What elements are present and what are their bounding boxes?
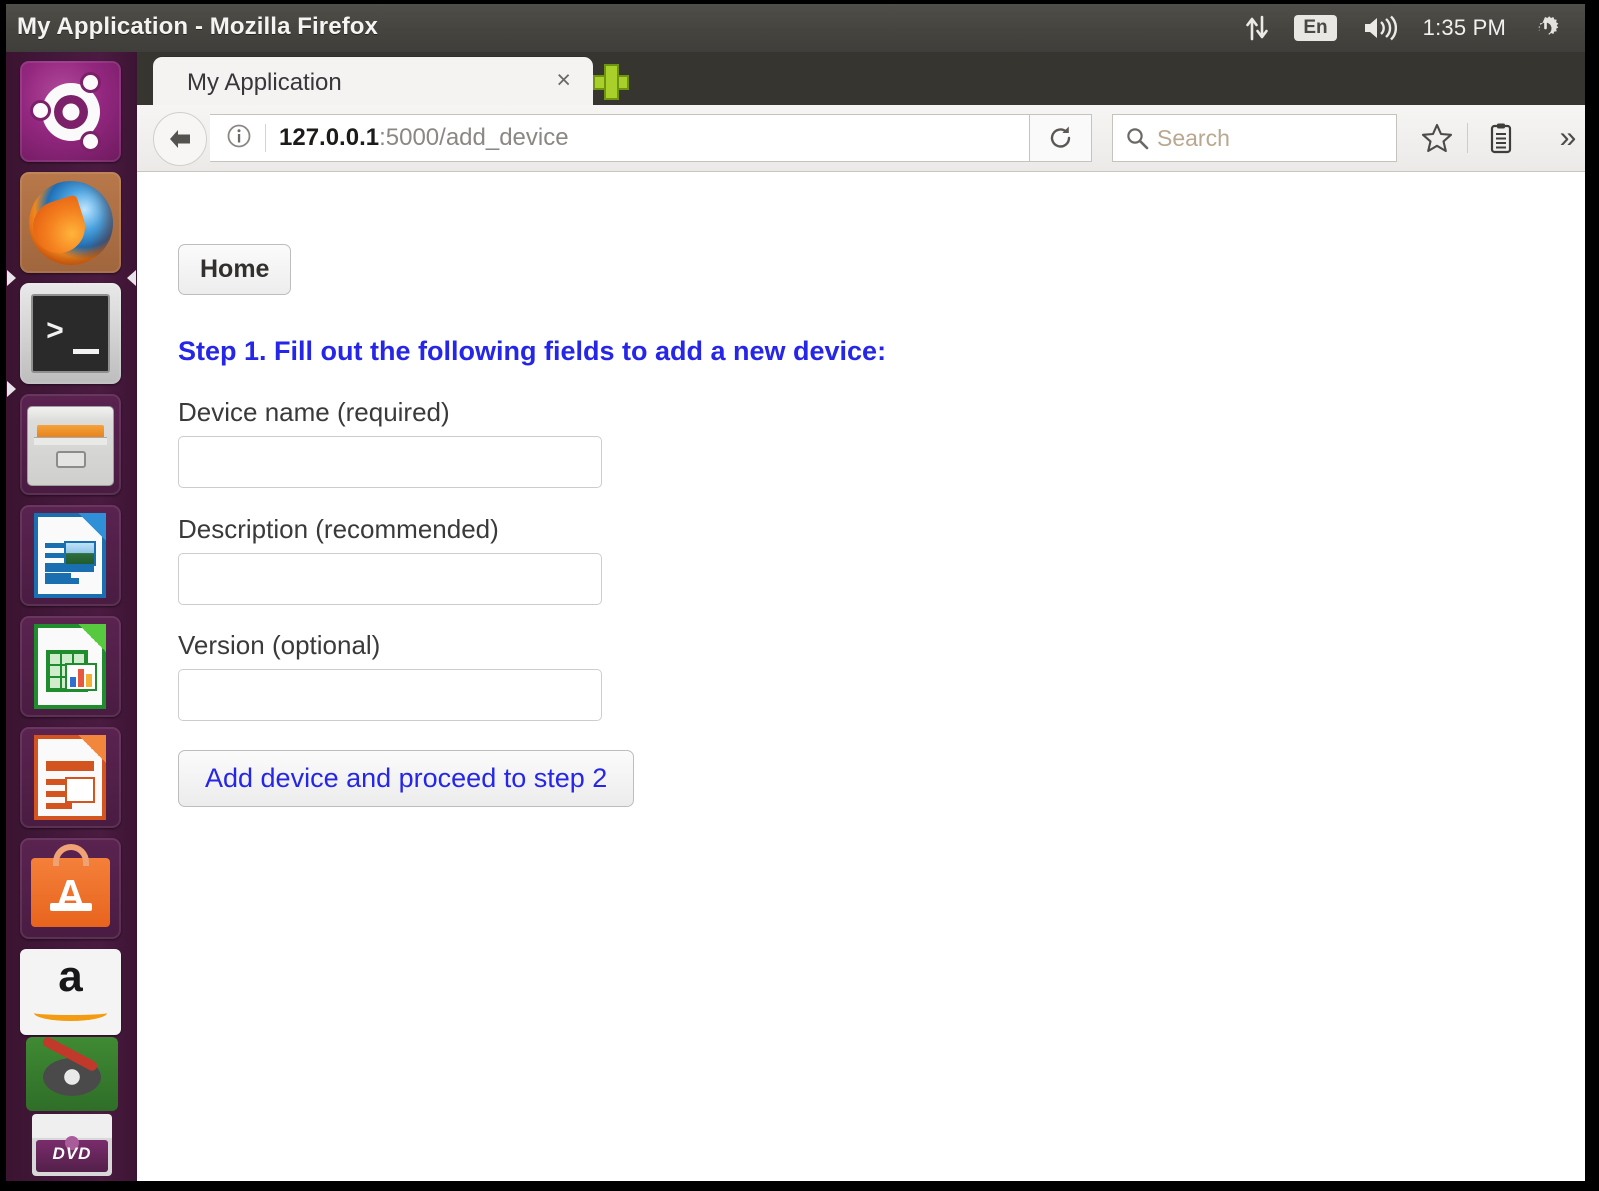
navigation-toolbar: 127.0.0.1:5000/add_device Search » <box>137 105 1585 172</box>
launcher-item-ubuntu-dash[interactable] <box>20 61 121 162</box>
terminal-icon: > <box>31 294 110 373</box>
new-tab-icon[interactable] <box>595 66 629 100</box>
version-label: Version (optional) <box>178 630 381 660</box>
description-input[interactable] <box>178 553 602 605</box>
unity-launcher: > A a DVD <box>6 52 137 1181</box>
reader-list-icon[interactable] <box>1477 114 1525 162</box>
search-icon <box>1125 126 1149 150</box>
clock-label: 1:35 PM <box>1422 15 1506 40</box>
bookmark-star-icon[interactable] <box>1413 114 1461 162</box>
url-bar[interactable]: 127.0.0.1:5000/add_device <box>210 114 1030 162</box>
browser-tab[interactable]: My Application × <box>153 57 593 105</box>
search-input[interactable] <box>1157 124 1362 152</box>
file-cabinet-icon <box>27 406 114 486</box>
clock[interactable]: 1:35 PM <box>1410 4 1519 52</box>
overflow-chevron-icon[interactable]: » <box>1544 114 1585 162</box>
keyboard-layout-indicator[interactable]: En <box>1281 4 1349 52</box>
device-name-label: Device name (required) <box>178 397 450 427</box>
url-separator <box>265 124 266 152</box>
network-updown-icon[interactable] <box>1233 4 1281 52</box>
launcher-item-terminal[interactable]: > <box>20 283 121 384</box>
add-device-submit-button[interactable]: Add device and proceed to step 2 <box>178 750 635 807</box>
tab-strip: My Application × <box>137 52 1585 105</box>
launcher-item-libreoffice-calc[interactable] <box>20 616 121 717</box>
writer-document-icon <box>34 513 106 598</box>
tab-title: My Application <box>187 69 342 96</box>
gear-power-icon[interactable] <box>1519 4 1573 52</box>
launcher-item-system-settings[interactable] <box>26 1037 118 1111</box>
system-tray: En 1:35 PM <box>1233 4 1573 52</box>
page-content: Home Step 1. Fill out the following fiel… <box>137 172 1585 1181</box>
calc-spreadsheet-icon <box>34 624 106 709</box>
description-label: Description (recommended) <box>178 514 499 544</box>
home-button[interactable]: Home <box>178 244 292 295</box>
launcher-item-libreoffice-writer[interactable] <box>20 505 121 606</box>
reload-button[interactable] <box>1030 114 1092 162</box>
launcher-item-files[interactable] <box>20 394 121 495</box>
firefox-icon <box>25 180 113 265</box>
launcher-focus-arrow <box>127 270 136 286</box>
version-input[interactable] <box>178 669 602 721</box>
info-icon[interactable] <box>226 123 252 154</box>
back-arrow-icon <box>170 130 190 148</box>
url-host: 127.0.0.1 <box>279 124 380 151</box>
search-bar[interactable] <box>1112 114 1397 162</box>
launcher-running-arrow <box>7 270 16 286</box>
impress-presentation-icon <box>34 735 106 820</box>
ubuntu-logo-icon <box>32 74 100 149</box>
close-icon[interactable]: × <box>556 68 571 93</box>
unity-top-panel: My Application - Mozilla Firefox En 1:35… <box>6 4 1585 52</box>
launcher-item-libreoffice-impress[interactable] <box>20 727 121 828</box>
page-title: Step 1. Fill out the following fields to… <box>178 336 887 366</box>
software-bag-icon: A <box>31 858 110 927</box>
url-text: 127.0.0.1:5000/add_device <box>279 124 569 152</box>
launcher-item-ubuntu-software[interactable]: A <box>20 838 121 939</box>
volume-icon[interactable] <box>1350 4 1410 52</box>
device-name-input[interactable] <box>178 436 602 488</box>
url-path: :5000/add_device <box>379 124 569 151</box>
firefox-window: My Application × 127.0.0.1:5000/add_devi… <box>137 52 1585 1181</box>
toolbar-separator <box>1467 123 1468 153</box>
launcher-item-dvd-media[interactable]: DVD <box>32 1114 112 1176</box>
launcher-item-firefox[interactable] <box>20 172 121 273</box>
description-field-group: Description (recommended) <box>178 514 602 605</box>
version-field-group: Version (optional) <box>178 630 602 721</box>
amazon-icon: a <box>58 952 83 1001</box>
desktop-screen: My Application - Mozilla Firefox En 1:35… <box>6 4 1585 1181</box>
device-name-field-group: Device name (required) <box>178 397 602 488</box>
reload-icon <box>1050 126 1070 148</box>
window-title: My Application - Mozilla Firefox <box>17 13 378 40</box>
back-button[interactable] <box>153 112 207 166</box>
launcher-running-arrow <box>7 381 16 397</box>
launcher-item-amazon[interactable]: a <box>20 949 121 1035</box>
keyboard-layout-label: En <box>1294 15 1337 41</box>
